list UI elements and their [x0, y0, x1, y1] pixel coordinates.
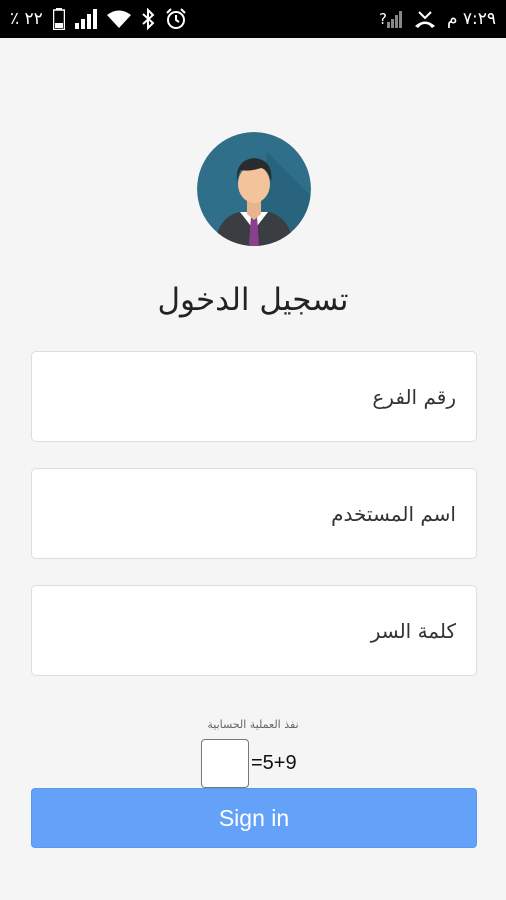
battery-percent: ٢٢ ٪ — [10, 9, 43, 29]
wifi-icon — [106, 10, 131, 28]
status-bar-left: ٢٢ ٪ — [10, 8, 187, 30]
bluetooth-icon — [141, 8, 155, 30]
username-input[interactable] — [31, 468, 477, 559]
user-avatar-icon — [197, 132, 311, 246]
page-title: تسجيل الدخول — [157, 282, 349, 318]
signal-question: ? — [378, 10, 387, 28]
sign-in-button[interactable]: Sign in — [31, 788, 477, 848]
no-signal-icon: ? — [379, 10, 403, 28]
captcha-equation: =5+9 — [251, 752, 297, 774]
status-time: ٧:٢٩ م — [446, 9, 496, 29]
status-bar-right: ? ٧:٢٩ م — [379, 9, 496, 29]
captcha-row: =5+9 — [201, 739, 297, 788]
captcha-label: نفذ العملية الحسابية — [207, 718, 299, 731]
user-avatar — [197, 132, 311, 246]
branch-number-input[interactable] — [31, 351, 477, 442]
battery-icon — [52, 8, 65, 30]
alarm-icon — [165, 8, 187, 30]
signal-icon — [74, 9, 97, 29]
missed-call-icon — [413, 9, 437, 29]
status-bar: ٢٢ ٪ ? ٧:٢٩ م — [0, 0, 506, 38]
password-input[interactable] — [31, 585, 477, 676]
captcha-answer-input[interactable] — [201, 739, 249, 788]
